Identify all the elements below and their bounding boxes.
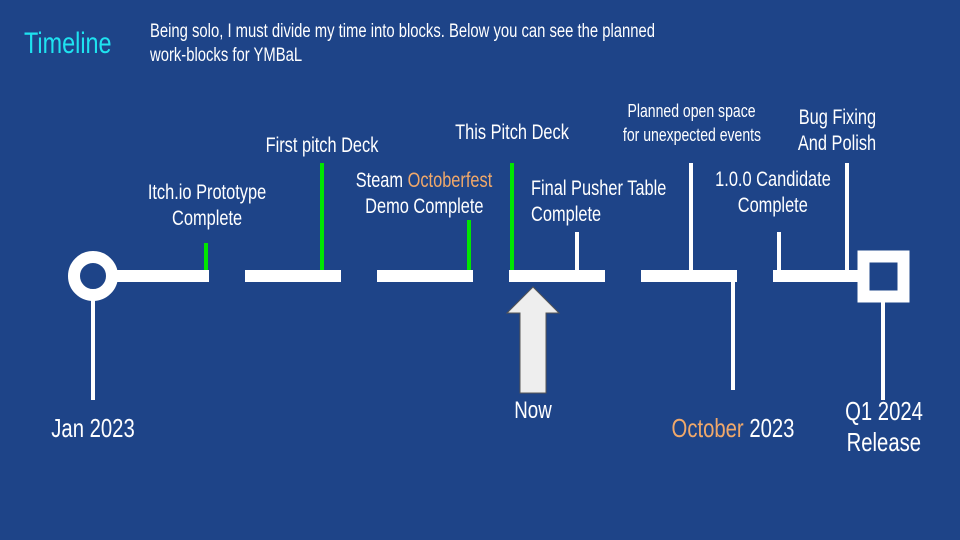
timeline-segment-3 — [377, 270, 473, 282]
timeline-segment-2 — [245, 270, 341, 282]
timeline-segment-1 — [115, 270, 209, 282]
timeline-segment-4 — [509, 270, 605, 282]
date-now: Now — [514, 397, 552, 424]
marker-final-pusher-table — [575, 232, 579, 270]
marker-first-pitch-deck — [320, 163, 324, 270]
date-start: Jan 2023 — [51, 413, 135, 443]
milestone-this-pitch-deck: This Pitch Deck — [455, 121, 569, 144]
milestone-itch-prototype: Itch.io Prototype Complete — [147, 181, 267, 230]
end-date-line — [881, 302, 885, 400]
milestone-open-space: Planned open space for unexpected events — [622, 101, 762, 145]
timeline-segment-5 — [641, 270, 737, 282]
marker-october-date — [731, 282, 735, 390]
marker-itch-prototype — [204, 243, 208, 270]
date-october-2023: October 2023 — [671, 413, 795, 443]
start-circle-icon — [68, 251, 118, 301]
marker-octoberfest-demo — [467, 220, 471, 270]
milestone-final-pusher-table: Final Pusher Table Complete — [531, 177, 667, 226]
milestone-bug-fixing: Bug Fixing And Polish — [797, 106, 877, 155]
now-arrow-icon — [505, 286, 561, 394]
timeline-graphic — [68, 163, 910, 400]
date-release: Q1 2024 Release — [845, 396, 923, 457]
milestone-candidate: 1.0.0 Candidate Complete — [715, 168, 831, 217]
timeline-segment-6 — [773, 270, 869, 282]
end-square-icon — [857, 250, 910, 303]
milestone-first-pitch-deck: First pitch Deck — [265, 134, 379, 157]
milestone-octoberfest-demo: Steam Octoberfest Demo Complete — [355, 169, 493, 218]
marker-candidate — [777, 232, 781, 270]
start-date-line — [91, 300, 95, 400]
